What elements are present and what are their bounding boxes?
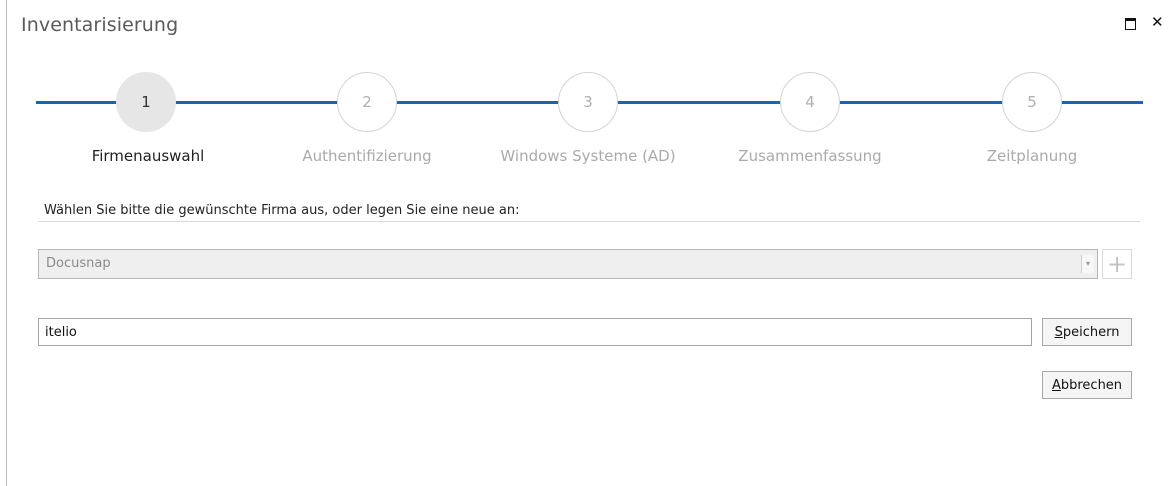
company-select-value: Docusnap [46,256,111,271]
save-button-mnemonic: S [1054,324,1063,340]
save-button-label: peichern [1062,324,1120,340]
cancel-button[interactable]: Abbrechen [1042,371,1132,399]
step-circle-5: 5 [1002,72,1062,132]
step-label-zeitplanung: Zeitplanung [986,147,1078,165]
cancel-button-mnemonic: A [1051,377,1061,393]
step-label-firmenauswahl: Firmenauswahl [91,147,205,165]
step-circle-4: 4 [780,72,840,132]
chevron-down-icon[interactable]: ▾ [1081,255,1094,273]
wizard-stepper: 1 2 3 4 5 Firmenauswahl Authentifizierun… [0,0,1172,180]
section-divider [38,221,1140,222]
step-label-authentifizierung: Authentifizierung [302,147,432,165]
instruction-text: Wählen Sie bitte die gewünschte Firma au… [44,203,520,218]
cancel-button-label: bbrechen [1060,377,1123,393]
step-circle-2: 2 [337,72,397,132]
step-label-zusammenfassung: Zusammenfassung [738,147,882,165]
plus-icon[interactable]: + [1102,249,1132,279]
save-button[interactable]: Speichern [1042,318,1132,346]
step-circle-1: 1 [116,72,176,132]
step-circle-3: 3 [558,72,618,132]
new-company-input[interactable] [38,318,1032,346]
step-label-windows-systeme: Windows Systeme (AD) [500,147,676,165]
company-select[interactable]: Docusnap ▾ [38,249,1098,279]
